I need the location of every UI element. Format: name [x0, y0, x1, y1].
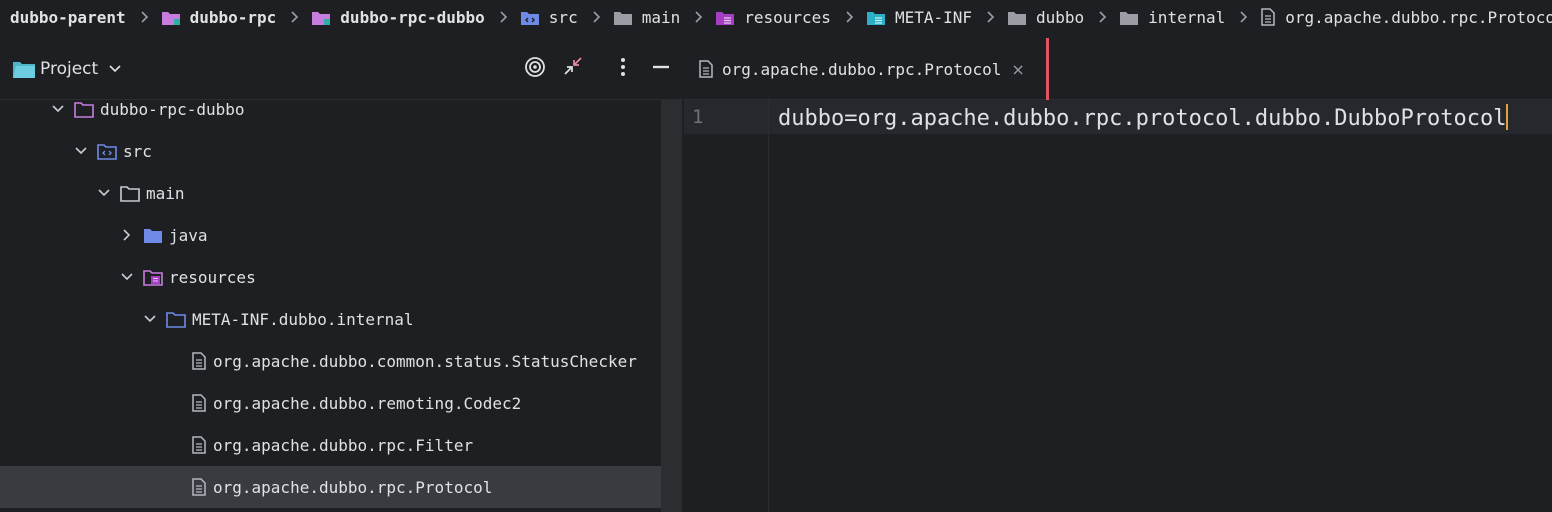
breadcrumb-label: dubbo-rpc — [189, 7, 277, 27]
chevron-right-icon — [845, 10, 854, 24]
line-number-gutter — [684, 100, 769, 512]
text-file-icon — [191, 394, 207, 412]
breadcrumb-label: resources — [744, 7, 831, 27]
chevron-down-icon[interactable] — [50, 104, 66, 114]
tree-item-protocol-file[interactable]: org.apache.dubbo.rpc.Protocol — [0, 466, 661, 508]
tree-item-label: dubbo-rpc-dubbo — [100, 99, 245, 119]
tree-item-src[interactable]: src — [0, 130, 661, 172]
chevron-down-icon[interactable] — [119, 272, 135, 282]
chevron-right-icon — [499, 10, 508, 24]
editor-tab-bar: org.apache.dubbo.rpc.Protocol × — [684, 38, 1552, 100]
breadcrumb-label: internal — [1148, 7, 1226, 27]
chevron-right-icon — [1239, 10, 1248, 24]
text-caret — [1506, 104, 1509, 130]
project-panel: Project dubbo-rpc-dubbo src main java re… — [0, 38, 682, 512]
breadcrumb-item-internal[interactable]: internal — [1119, 8, 1225, 27]
breadcrumb-item-resources[interactable]: resources — [715, 8, 831, 27]
breadcrumb-item-dubbo-rpc[interactable]: dubbo-rpc — [161, 7, 277, 27]
tree-item-label: META-INF.dubbo.internal — [192, 309, 414, 329]
chevron-right-icon — [592, 10, 601, 24]
tree-item-label: org.apache.dubbo.rpc.Protocol — [213, 477, 493, 497]
tree-item-label: org.apache.dubbo.remoting.Codec2 — [213, 393, 522, 413]
tree-item-java[interactable]: java — [0, 214, 661, 256]
chevron-right-icon — [140, 10, 149, 24]
module-folder-icon — [311, 9, 331, 26]
breadcrumb-item-dubbo[interactable]: dubbo — [1007, 8, 1084, 27]
tree-item-label: org.apache.dubbo.rpc.Filter — [213, 435, 474, 455]
text-file-icon — [191, 478, 207, 496]
folder-icon — [613, 9, 633, 26]
collapse-all-icon[interactable] — [563, 56, 583, 76]
tree-item-label: java — [169, 225, 208, 245]
source-root-folder-icon — [97, 143, 117, 160]
chevron-down-icon[interactable] — [142, 314, 158, 324]
code-line[interactable]: dubbo=org.apache.dubbo.rpc.protocol.dubb… — [778, 104, 1509, 131]
tree-item-filter-file[interactable]: org.apache.dubbo.rpc.Filter — [0, 424, 661, 466]
vertical-scrollbar[interactable] — [661, 100, 682, 512]
meta-folder-icon — [866, 9, 886, 26]
tree-item-label: org.apache.dubbo.common.status.StatusChe… — [213, 351, 637, 371]
breadcrumb-item-dubbo-parent[interactable]: dubbo-parent — [10, 8, 126, 27]
hide-panel-icon[interactable] — [652, 56, 670, 78]
editor-tab-protocol[interactable]: org.apache.dubbo.rpc.Protocol × — [684, 38, 1048, 100]
breadcrumb-label: src — [548, 7, 578, 27]
breadcrumb-label: dubbo-parent — [10, 7, 126, 27]
java-source-folder-icon — [143, 227, 163, 244]
chevron-right-icon — [694, 10, 703, 24]
text-file-icon — [191, 352, 207, 370]
module-folder-icon — [161, 9, 181, 26]
breadcrumb: dubbo-parent dubbo-rpc dubbo-rpc-dubbo s… — [0, 0, 1552, 34]
locate-target-icon[interactable] — [524, 56, 546, 78]
folder-icon — [1119, 9, 1139, 26]
tree-item-codec2-file[interactable]: org.apache.dubbo.remoting.Codec2 — [0, 382, 661, 424]
code-text: dubbo=org.apache.dubbo.rpc.protocol.dubb… — [778, 106, 1507, 131]
tab-active-marker — [1046, 38, 1049, 100]
project-tree: dubbo-rpc-dubbo src main java resources — [0, 100, 661, 512]
text-file-icon — [698, 60, 714, 78]
tree-item-label: main — [146, 183, 185, 203]
text-file-icon — [191, 436, 207, 454]
chevron-right-icon — [1098, 10, 1107, 24]
breadcrumb-item-meta-inf[interactable]: META-INF — [866, 8, 972, 27]
breadcrumb-label: dubbo — [1036, 7, 1085, 27]
resources-folder-icon — [715, 9, 735, 26]
chevron-down-icon[interactable] — [96, 188, 112, 198]
breadcrumb-item-dubbo-rpc-dubbo[interactable]: dubbo-rpc-dubbo — [311, 8, 485, 27]
tree-item-dubbo-rpc-dubbo[interactable]: dubbo-rpc-dubbo — [0, 88, 661, 130]
tree-item-label: src — [123, 141, 152, 161]
package-folder-icon — [166, 311, 186, 328]
tree-item-meta-inf-dubbo-internal[interactable]: META-INF.dubbo.internal — [0, 298, 661, 340]
breadcrumb-label: dubbo-rpc-dubbo — [340, 7, 485, 27]
breadcrumb-item-main[interactable]: main — [613, 7, 681, 27]
module-folder-icon — [74, 101, 94, 118]
breadcrumb-label: META-INF — [894, 7, 972, 27]
tree-item-label: resources — [169, 267, 256, 287]
chevron-right-icon — [986, 10, 995, 24]
chevron-right-icon — [290, 10, 299, 24]
resources-folder-icon — [143, 269, 163, 286]
breadcrumb-label: org.apache.dubbo.rpc.Protocol — [1285, 7, 1552, 27]
folder-icon — [120, 185, 140, 202]
text-file-icon — [1260, 8, 1276, 26]
chevron-down-icon[interactable] — [73, 146, 89, 156]
line-number: 1 — [692, 106, 704, 128]
chevron-right-icon[interactable] — [119, 228, 135, 242]
chevron-down-icon[interactable] — [108, 64, 122, 74]
source-root-folder-icon — [520, 9, 540, 26]
folder-icon — [1007, 9, 1027, 26]
project-folder-icon — [12, 59, 36, 79]
more-options-icon[interactable] — [614, 56, 632, 78]
editor-panel: org.apache.dubbo.rpc.Protocol × 1 dubbo=… — [684, 38, 1552, 512]
breadcrumb-item-src[interactable]: src — [520, 8, 578, 27]
tree-item-main[interactable]: main — [0, 172, 661, 214]
tree-item-resources[interactable]: resources — [0, 256, 661, 298]
project-title[interactable]: Project — [40, 59, 98, 79]
breadcrumb-item-protocol-file[interactable]: org.apache.dubbo.rpc.Protocol — [1260, 8, 1552, 27]
close-icon[interactable]: × — [1011, 60, 1024, 79]
tree-item-statuschecker-file[interactable]: org.apache.dubbo.common.status.StatusChe… — [0, 340, 661, 382]
breadcrumb-label: main — [641, 7, 681, 27]
editor-tab-label: org.apache.dubbo.rpc.Protocol — [722, 59, 1002, 79]
